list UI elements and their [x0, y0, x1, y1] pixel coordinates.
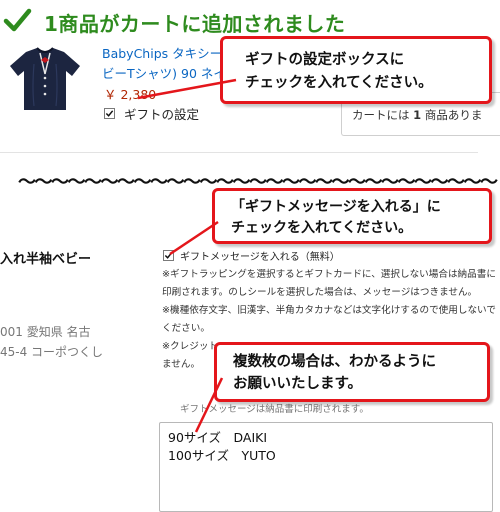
product-price: ￥ 2,380: [104, 87, 157, 102]
callout-text: お願いいたします。: [233, 376, 363, 392]
product-name-line2[interactable]: ビーTシャツ) 90 ネイビ: [102, 64, 238, 84]
gift-message-textarea[interactable]: 90サイズ DAIKI 100サイズ YUTO: [159, 422, 493, 512]
shipping-address: 001 愛知県 名古 45-4 コーポつくし: [0, 322, 103, 362]
message-line: 100サイズ YUTO: [168, 448, 276, 463]
callout-text: 複数枚の場合は、わかるように: [233, 354, 436, 370]
cart-summary-prefix: カートには: [352, 108, 410, 122]
added-to-cart-title: 1商品がカートに追加されました: [44, 12, 346, 36]
message-line: 90サイズ DAIKI: [168, 430, 268, 445]
gift-note: ※ギフトラッピングを選択するとギフトカードに、選択しない場合は納品書に印刷されま…: [162, 269, 496, 298]
check-mark-icon: [164, 252, 173, 259]
callout-text: ギフトの設定ボックスに: [245, 52, 405, 68]
check-mark-icon: [105, 110, 114, 117]
product-name-link[interactable]: BabyChips タキシード ビーTシャツ) 90 ネイビ: [102, 44, 238, 84]
annotation-callout-gift-setting: ギフトの設定ボックスに チェックを入れてください。: [220, 36, 492, 104]
gift-note: ※機種依存文字、旧漢字、半角カタカナなどは文字化けするので使用しないでください。: [162, 305, 496, 334]
annotation-callout-multiple: 複数枚の場合は、わかるように お願いいたします。: [214, 342, 490, 402]
cart-item-count: 1: [413, 108, 422, 122]
annotation-callout-gift-message: 「ギフトメッセージを入れる」に チェックを入れてください。: [212, 188, 492, 244]
section-divider: [0, 152, 478, 153]
gift-message-checkbox[interactable]: [163, 250, 174, 261]
address-line1: 001 愛知県 名古: [0, 325, 91, 339]
gift-setting-checkbox[interactable]: [104, 108, 115, 119]
cart-summary-suffix: 商品ありま: [424, 108, 483, 122]
product-name-line1[interactable]: BabyChips タキシード: [102, 44, 238, 64]
callout-text: 「ギフトメッセージを入れる」に: [231, 199, 441, 215]
gift-message-checkbox-label[interactable]: ギフトメッセージを入れる（無料）: [180, 248, 340, 263]
order-product-name: 入れ半袖ベビー: [0, 252, 92, 267]
callout-text: チェックを入れてください。: [231, 220, 413, 236]
address-line2: 45-4 コーポつくし: [0, 345, 104, 359]
print-note: ギフトメッセージは納品書に印刷されます。: [180, 404, 369, 415]
checkmark-icon: [3, 8, 32, 32]
product-thumbnail[interactable]: [4, 44, 86, 114]
callout-text: チェックを入れてください。: [245, 75, 433, 91]
gift-setting-label[interactable]: ギフトの設定: [124, 104, 199, 123]
